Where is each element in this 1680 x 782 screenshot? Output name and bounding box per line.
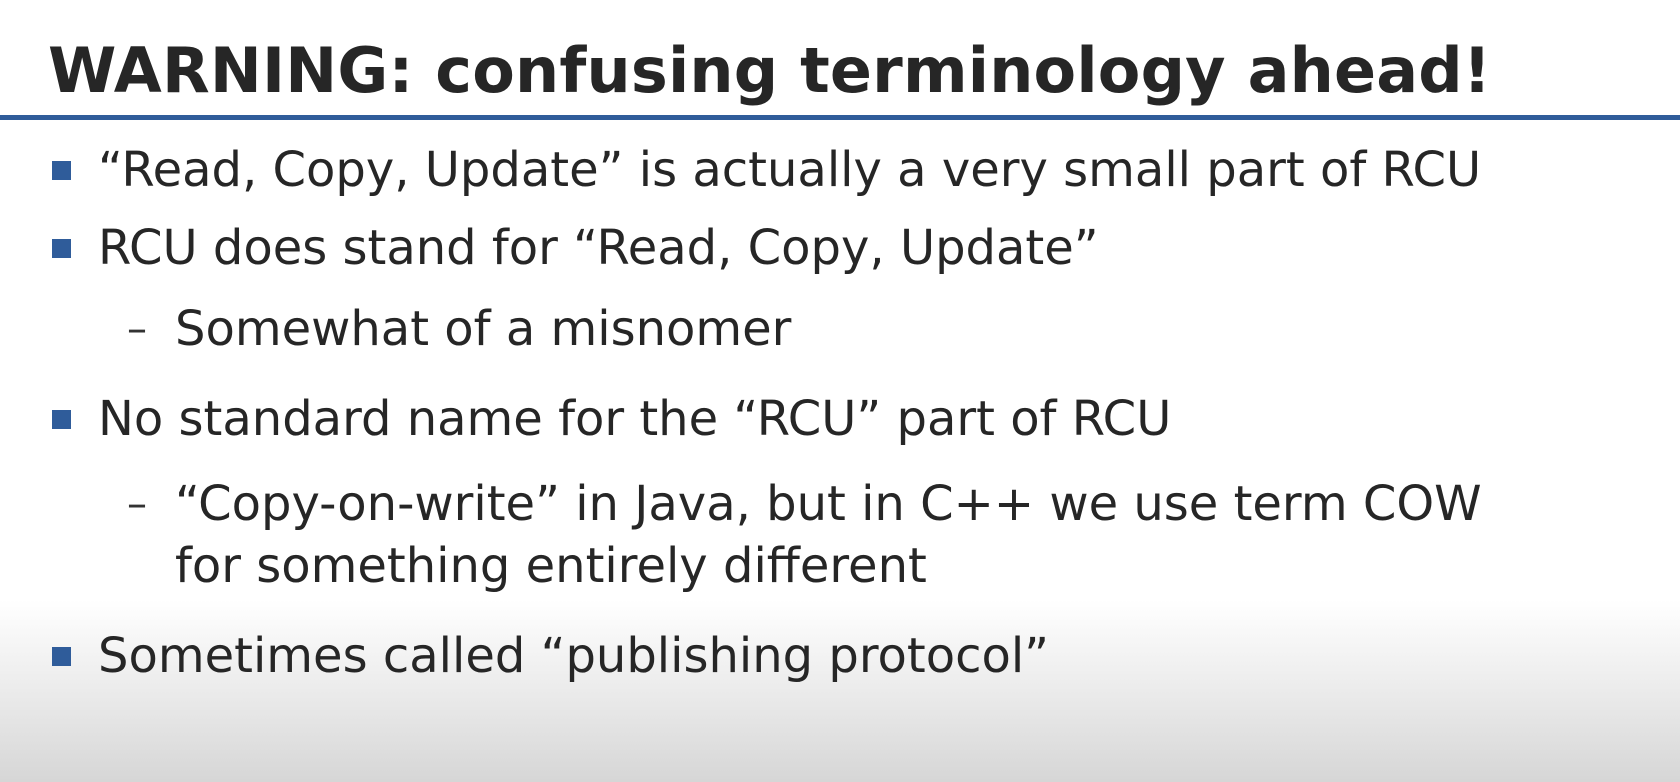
sub-bullet-text: Somewhat of a misnomer [175, 301, 792, 357]
bullet-item: “Read, Copy, Update” is actually a very … [52, 139, 1482, 201]
square-bullet-icon [52, 161, 71, 180]
sub-bullet-continuation: for something entirely different [175, 535, 927, 597]
bullet-text: RCU does stand for “Read, Copy, Update” [98, 220, 1099, 276]
bullet-item: No standard name for the “RCU” part of R… [52, 388, 1172, 450]
bullet-text: Sometimes called “publishing protocol” [98, 628, 1050, 684]
bullet-text: No standard name for the “RCU” part of R… [98, 391, 1172, 447]
sub-bullet-item: – “Copy-on-write” in Java, but in C++ we… [127, 473, 1482, 535]
sub-bullet-text: “Copy-on-write” in Java, but in C++ we u… [175, 476, 1482, 532]
slide-title: WARNING: confusing terminology ahead! [48, 34, 1492, 107]
sub-bullet-text: for something entirely different [175, 538, 927, 594]
square-bullet-icon [52, 410, 71, 429]
dash-bullet-icon: – [127, 306, 147, 352]
bullet-item: RCU does stand for “Read, Copy, Update” [52, 217, 1099, 279]
title-underline [0, 115, 1680, 120]
dash-bullet-icon: – [127, 481, 147, 527]
slide: WARNING: confusing terminology ahead! “R… [0, 0, 1680, 782]
square-bullet-icon [52, 239, 71, 258]
bullet-item: Sometimes called “publishing protocol” [52, 625, 1050, 687]
square-bullet-icon [52, 647, 71, 666]
sub-bullet-item: – Somewhat of a misnomer [127, 298, 792, 360]
bullet-text: “Read, Copy, Update” is actually a very … [98, 142, 1482, 198]
